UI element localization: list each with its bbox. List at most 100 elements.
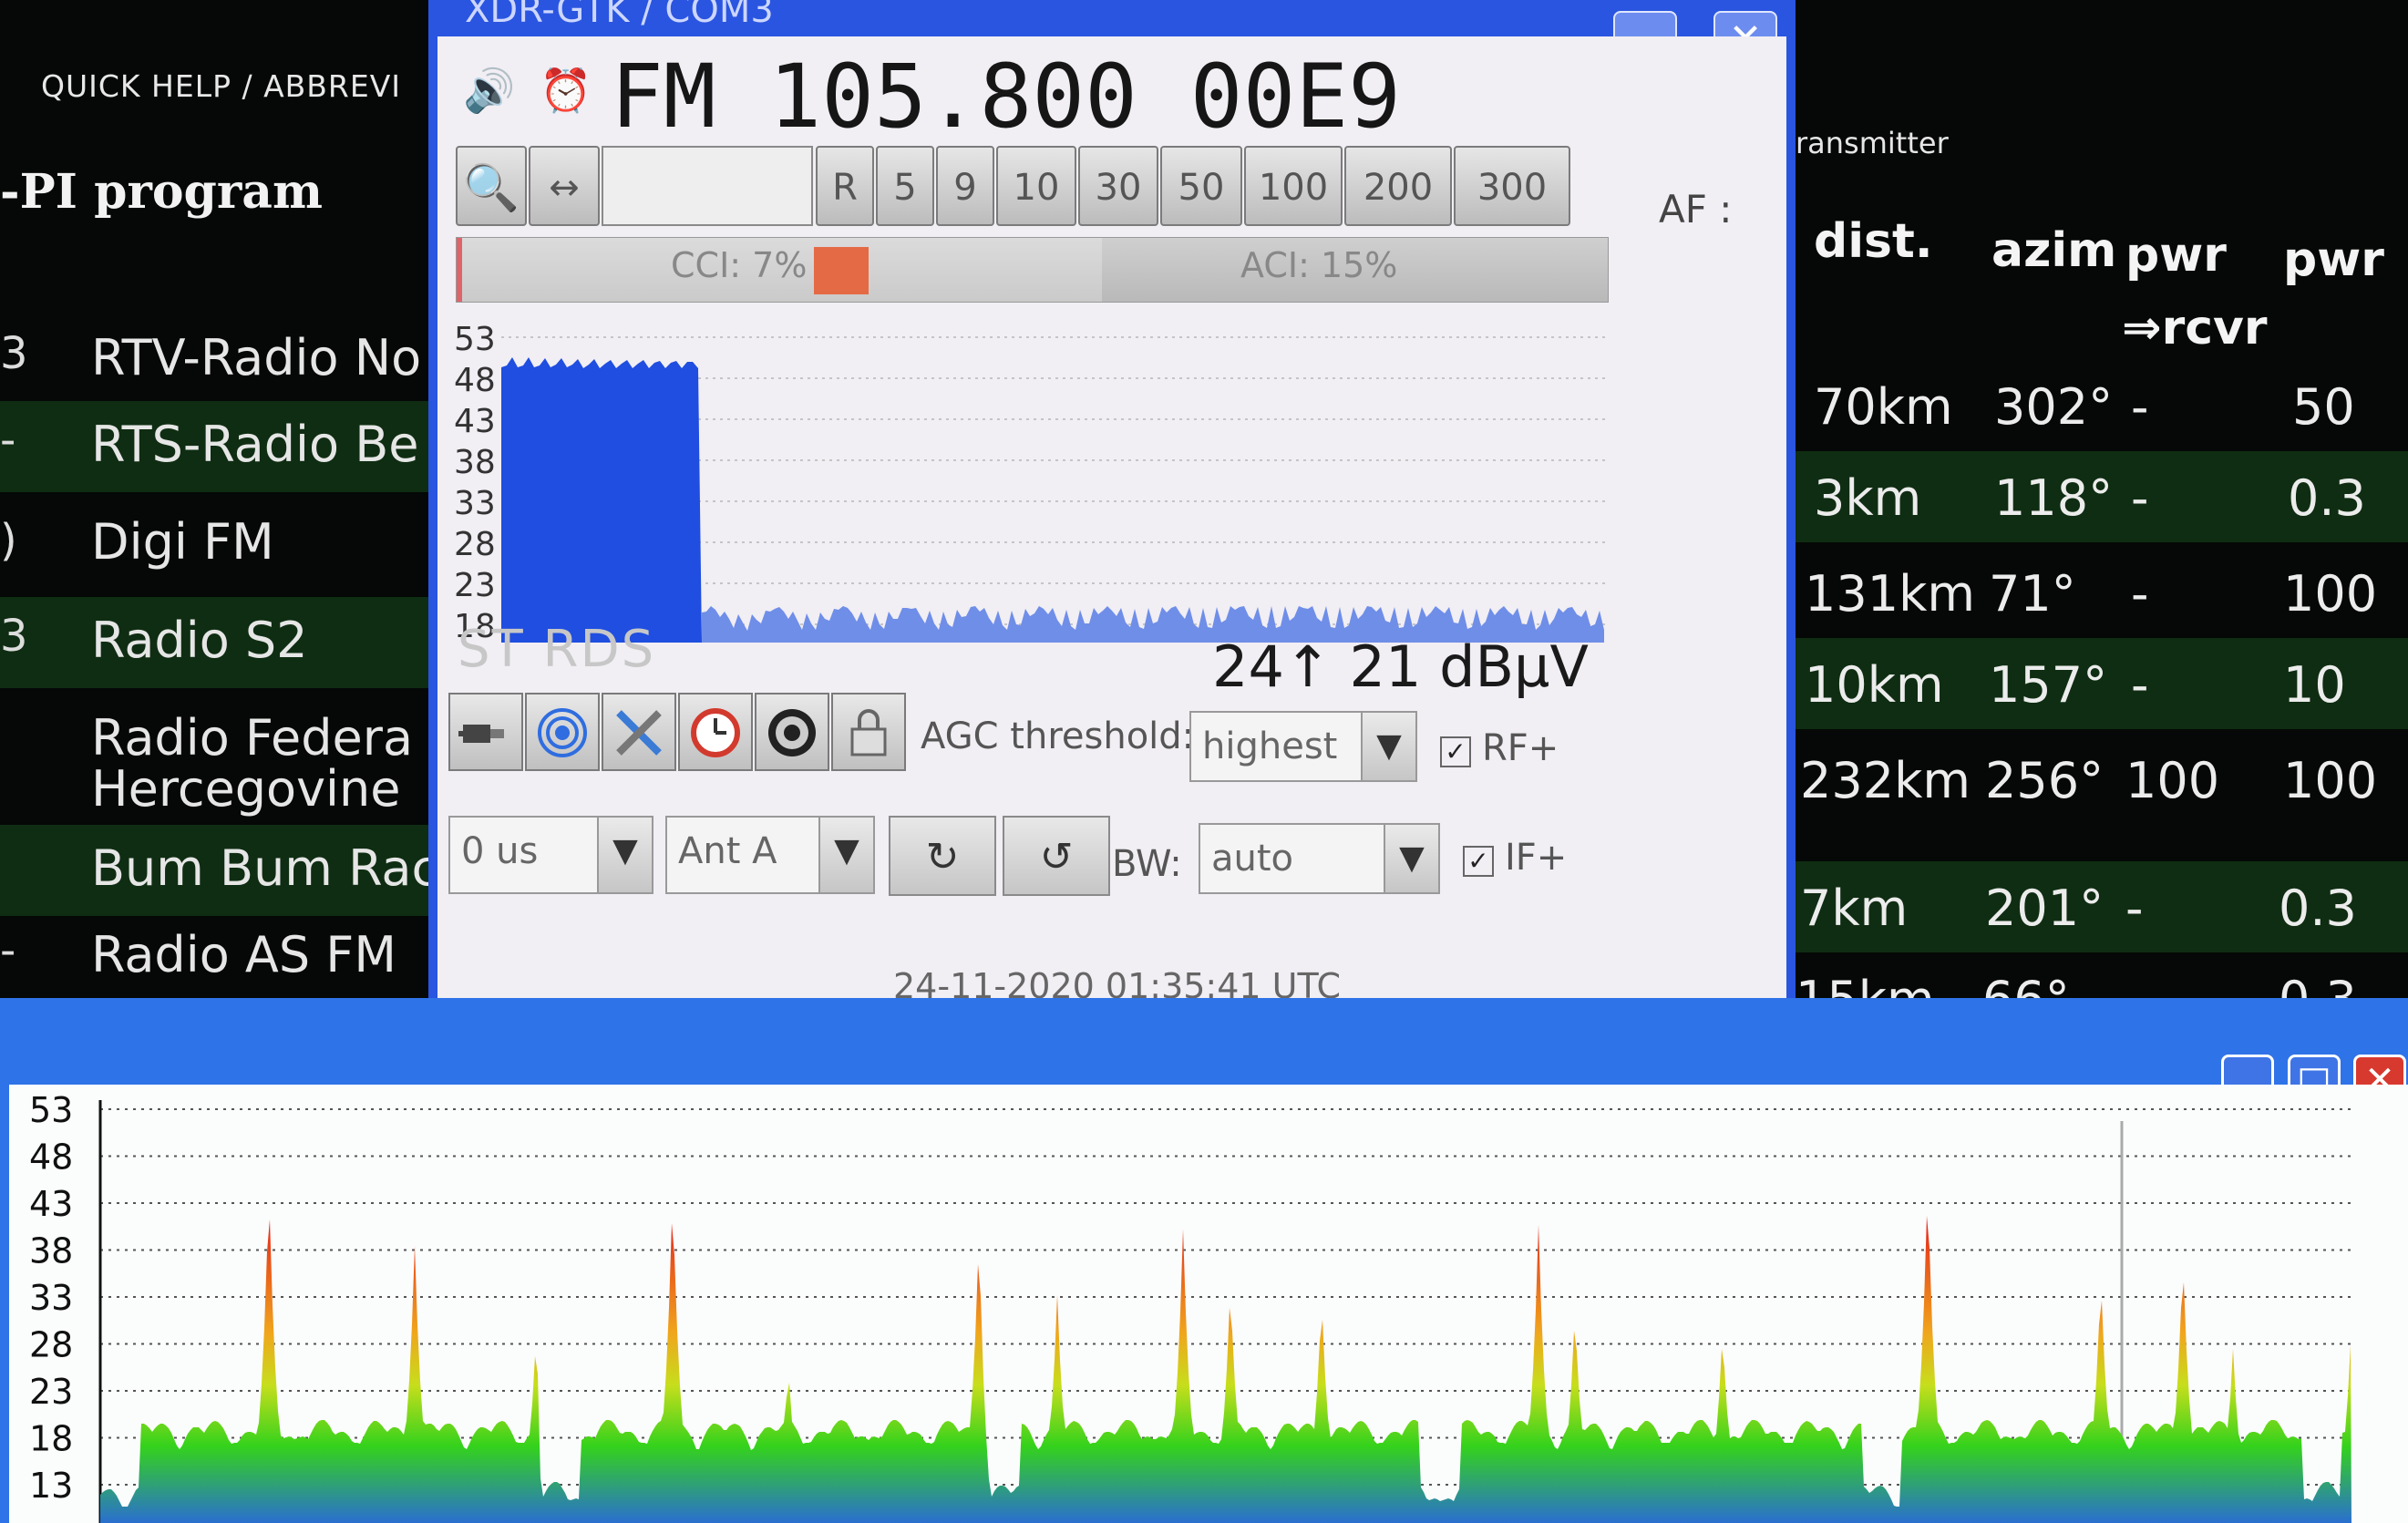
- pwr-value: -: [2131, 656, 2149, 714]
- agc-threshold-select[interactable]: highest ▼: [1189, 711, 1417, 782]
- azim-value: 201°: [1985, 880, 2104, 937]
- station-row[interactable]: Radio Federa Hercegovine: [0, 702, 428, 820]
- y-tick-label: 28: [29, 1325, 73, 1365]
- spectrum-plot-area: 53 48 43 38 33 28 23 18 13: [9, 1085, 2408, 1523]
- station-row[interactable]: 3 Radio S2: [0, 597, 428, 688]
- dist-value: 70km: [1814, 378, 1953, 436]
- station-row[interactable]: - Radio AS FM: [0, 921, 428, 993]
- dist-header[interactable]: dist.: [1814, 214, 1933, 269]
- plug-icon[interactable]: [448, 693, 523, 771]
- station-row[interactable]: 10km 157° - 10: [1796, 638, 2408, 729]
- y-tick-label: 48: [454, 362, 496, 399]
- dist-value: 131km: [1805, 565, 1975, 623]
- deemphasis-select[interactable]: 0 us ▼: [448, 816, 653, 894]
- deemphasis-value: 0 us: [461, 830, 539, 872]
- rotate-ccw-button[interactable]: ↺: [1003, 816, 1110, 896]
- agc-threshold-label: AGC threshold:: [921, 715, 1195, 757]
- station-index: ): [0, 515, 17, 566]
- antenna-icon[interactable]: [525, 693, 600, 771]
- station-index: 3: [0, 328, 28, 379]
- y-tick-label: 43: [29, 1184, 73, 1224]
- station-row[interactable]: 131km 71° - 100: [1796, 547, 2408, 638]
- azim-header[interactable]: azim: [1991, 223, 2116, 278]
- y-tick-label: 38: [29, 1231, 73, 1271]
- station-row[interactable]: 7km 201° - 0.3: [1796, 861, 2408, 952]
- rf-plus-checkmark[interactable]: ✓: [1440, 736, 1471, 767]
- step-button-5[interactable]: 5: [876, 146, 934, 226]
- station-row[interactable]: 3km 118° - 0.3: [1796, 451, 2408, 542]
- interference-meter: CCI: 7% ACI: 15%: [456, 237, 1609, 303]
- pwr-header[interactable]: pwr: [2125, 228, 2227, 283]
- step-button-300[interactable]: 300: [1454, 146, 1570, 226]
- step-button-100[interactable]: 100: [1244, 146, 1343, 226]
- rds-ps-field: [602, 146, 813, 226]
- bandwidth-label: BW:: [1112, 843, 1182, 885]
- pwr-rcvr-header[interactable]: pwr: [2283, 232, 2384, 287]
- station-name: RTS-Radio Be: [91, 416, 419, 473]
- step-button-10[interactable]: 10: [996, 146, 1076, 226]
- station-row[interactable]: 3 RTV-Radio No: [0, 314, 428, 406]
- station-row[interactable]: 232km 256° 100 100: [1796, 734, 2408, 852]
- rotator-icon[interactable]: [755, 693, 829, 771]
- signal-level: 24↑ 21 dBµV: [1212, 633, 1589, 700]
- step-button-200[interactable]: 200: [1344, 146, 1452, 226]
- pwr-rcvr-value: 10: [2283, 656, 2346, 714]
- rf-plus-checkbox[interactable]: ✓ RF+: [1440, 727, 1559, 769]
- antenna-select[interactable]: Ant A ▼: [665, 816, 875, 894]
- y-tick-label: 28: [454, 526, 496, 563]
- xdr-window: XDR-GTK / COM3 _ ✕ 🔊 ⏰ FM 105.800 00E9 🔍…: [428, 0, 1796, 1025]
- if-plus-checkbox[interactable]: ✓ IF+: [1463, 837, 1567, 879]
- rotate-cw-button[interactable]: ↻: [889, 816, 996, 896]
- station-name: Radio AS FM: [91, 926, 396, 983]
- station-row[interactable]: ) Digi FM: [0, 506, 428, 597]
- chevron-down-icon[interactable]: ▼: [597, 818, 652, 892]
- azim-value: 118°: [1994, 469, 2114, 527]
- station-row[interactable]: - RTS-Radio Be: [0, 401, 428, 492]
- y-tick-label: 48: [29, 1137, 73, 1178]
- station-index: 3: [0, 611, 28, 662]
- signal-history-graph: 5348433833282318: [454, 321, 1609, 645]
- swap-icon[interactable]: ↔: [529, 146, 600, 226]
- step-button-9[interactable]: 9: [936, 146, 994, 226]
- alarm-icon[interactable]: [678, 693, 753, 771]
- azim-value: 157°: [1989, 656, 2108, 714]
- bandwidth-value: auto: [1211, 838, 1294, 880]
- chevron-down-icon[interactable]: ▼: [1384, 825, 1438, 892]
- step-button-r[interactable]: R: [816, 146, 874, 226]
- y-tick-label: 23: [454, 567, 496, 604]
- search-icon[interactable]: 🔍: [456, 146, 527, 226]
- signal-block: [501, 357, 702, 643]
- pwr-rcvr-value: 50: [2292, 378, 2355, 436]
- station-list-right: ransmitter dist. azim pwr pwr ⇒rcvr 70km…: [1796, 0, 2408, 1030]
- station-row[interactable]: 70km 302° - 50: [1796, 360, 2408, 451]
- cci-label: CCI: 7%: [671, 245, 808, 285]
- agc-threshold-value: highest: [1202, 725, 1338, 767]
- pwr-value: 100: [2125, 752, 2220, 809]
- alarm-clock-icon[interactable]: ⏰: [540, 66, 592, 116]
- pwr-value: -: [2125, 880, 2144, 937]
- band-scan-spectrum: 53 48 43 38 33 28 23 18 13: [29, 1090, 2351, 1523]
- y-tick-label: 53: [29, 1090, 73, 1130]
- pi-program-header: -PI program: [0, 164, 324, 220]
- if-plus-checkmark[interactable]: ✓: [1463, 846, 1494, 877]
- station-list-left: QUICK HELP / ABBREVI -PI program 3 RTV-R…: [0, 0, 438, 993]
- pwr-rcvr-value: 100: [2283, 565, 2378, 623]
- pwr-rcvr-value: 100: [2283, 752, 2378, 809]
- station-row[interactable]: Bum Bum Rac: [0, 825, 438, 916]
- bandwidth-select[interactable]: auto ▼: [1199, 823, 1440, 894]
- transmitter-label: ransmitter: [1796, 126, 1949, 160]
- chevron-down-icon[interactable]: ▼: [818, 818, 873, 892]
- lock-icon[interactable]: [831, 693, 906, 771]
- dist-value: 10km: [1805, 656, 1944, 714]
- pwr-value: -: [2131, 565, 2149, 623]
- tools-icon[interactable]: [602, 693, 676, 771]
- frequency-display[interactable]: FM 105.800 00E9: [611, 46, 1401, 148]
- chevron-down-icon[interactable]: ▼: [1361, 713, 1415, 780]
- station-name: Radio S2: [91, 612, 308, 669]
- speaker-icon[interactable]: 🔊: [463, 66, 515, 116]
- af-label: AF :: [1659, 187, 1733, 232]
- station-name-line2: Hercegovine: [91, 760, 401, 818]
- step-button-30[interactable]: 30: [1078, 146, 1158, 226]
- step-button-50[interactable]: 50: [1160, 146, 1242, 226]
- quick-help-link[interactable]: QUICK HELP / ABBREVI: [41, 68, 401, 104]
